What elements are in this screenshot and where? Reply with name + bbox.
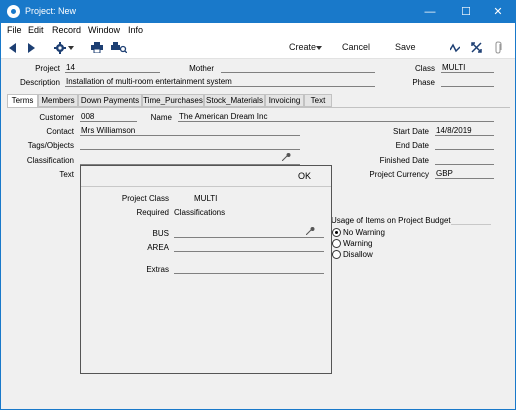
project-class-value: MULTI xyxy=(194,194,218,203)
start-date-label: Start Date xyxy=(392,127,429,136)
maximize-button[interactable]: ☐ xyxy=(449,1,483,23)
project-class-label: Project Class xyxy=(121,194,169,203)
finished-date-label: Finished Date xyxy=(379,156,429,165)
radio-no-warning[interactable] xyxy=(332,228,341,237)
required-value: Classifications xyxy=(174,208,226,217)
tab-terms[interactable]: Terms xyxy=(7,94,38,108)
description-field[interactable]: Installation of multi-room entertainment… xyxy=(65,77,375,87)
contact-field[interactable]: Mrs Williamson xyxy=(80,126,300,136)
area-label: AREA xyxy=(147,243,169,252)
menu-file[interactable]: File xyxy=(7,25,22,35)
tab-bar: Terms Members Down Payments Time_Purchas… xyxy=(7,94,332,108)
gear-icon[interactable] xyxy=(54,42,66,54)
end-date-field[interactable] xyxy=(435,140,494,150)
print-icon[interactable] xyxy=(91,42,103,53)
customer-field[interactable]: 008 xyxy=(80,112,137,122)
paste-special-icon[interactable] xyxy=(306,227,315,235)
cancel-button[interactable]: Cancel xyxy=(342,42,370,52)
extras-field[interactable] xyxy=(174,264,324,274)
end-date-label: End Date xyxy=(395,141,429,150)
tab-text[interactable]: Text xyxy=(304,94,332,107)
class-label: Class xyxy=(414,64,435,73)
radio-disallow-label: Disallow xyxy=(343,250,373,259)
radio-warning-label: Warning xyxy=(343,239,373,248)
classification-label: Classification xyxy=(26,156,74,165)
paperclip-icon[interactable] xyxy=(494,41,503,54)
tab-underline xyxy=(7,107,510,108)
ok-button[interactable]: OK xyxy=(298,171,311,181)
create-button[interactable]: Create xyxy=(289,42,316,52)
forward-arrow-icon[interactable] xyxy=(28,43,36,53)
menu-info[interactable]: Info xyxy=(128,25,143,35)
menu-bar: File Edit Record Window Info xyxy=(1,23,515,37)
extras-label: Extras xyxy=(146,265,169,274)
save-button[interactable]: Save xyxy=(395,42,416,52)
expand-icon[interactable] xyxy=(471,42,482,53)
phase-label: Phase xyxy=(412,78,435,87)
tab-down-payments[interactable]: Down Payments xyxy=(78,94,142,107)
minimize-button[interactable]: — xyxy=(413,1,447,23)
phase-field[interactable] xyxy=(441,77,494,87)
radio-warning[interactable] xyxy=(332,239,341,248)
mother-field[interactable] xyxy=(221,63,375,73)
class-field[interactable]: MULTI xyxy=(441,63,494,73)
print-preview-icon[interactable] xyxy=(111,42,127,53)
project-currency-field[interactable]: GBP xyxy=(435,169,494,179)
back-arrow-icon[interactable] xyxy=(9,43,17,53)
customer-label: Customer xyxy=(39,113,74,122)
caret-down-icon[interactable] xyxy=(68,46,74,50)
area-field[interactable] xyxy=(174,242,324,252)
tab-stock-materials[interactable]: Stock_Materials xyxy=(204,94,265,107)
contact-label: Contact xyxy=(46,127,74,136)
tab-members[interactable]: Members xyxy=(38,94,78,107)
title-bar: Project: New — ☐ ✕ xyxy=(1,1,515,23)
menu-record[interactable]: Record xyxy=(52,25,81,35)
popup-divider xyxy=(81,186,331,187)
project-window: Project: New — ☐ ✕ File Edit Record Wind… xyxy=(0,0,516,410)
project-field[interactable]: 14 xyxy=(65,63,160,73)
radio-no-warning-label: No Warning xyxy=(343,228,385,237)
toolbar: Create Cancel Save xyxy=(1,37,515,59)
start-date-field[interactable]: 14/8/2019 xyxy=(435,126,494,136)
app-icon xyxy=(7,5,20,18)
bus-field[interactable] xyxy=(174,228,324,238)
menu-edit[interactable]: Edit xyxy=(28,25,44,35)
classification-field[interactable] xyxy=(80,155,300,165)
menu-window[interactable]: Window xyxy=(88,25,120,35)
usage-title: Usage of Items on Project Budget xyxy=(331,216,451,225)
name-field[interactable]: The American Dream Inc xyxy=(178,112,494,122)
window-title: Project: New xyxy=(25,6,77,16)
usage-divider xyxy=(451,224,491,225)
finished-date-field[interactable] xyxy=(435,155,494,165)
text-label: Text xyxy=(59,170,74,179)
description-label: Description xyxy=(19,78,60,87)
bus-label: BUS xyxy=(152,229,169,238)
tab-time-purchases[interactable]: Time_Purchases xyxy=(142,94,204,107)
project-label: Project xyxy=(35,64,60,73)
name-label: Name xyxy=(150,113,172,122)
tab-invoicing[interactable]: Invoicing xyxy=(265,94,304,107)
caret-down-icon[interactable] xyxy=(316,46,322,50)
paste-special-icon[interactable] xyxy=(282,153,291,161)
close-button[interactable]: ✕ xyxy=(481,1,515,23)
mother-label: Mother xyxy=(189,64,214,73)
project-currency-label: Project Currency xyxy=(369,170,429,179)
tags-objects-field[interactable] xyxy=(80,140,300,150)
radio-disallow[interactable] xyxy=(332,250,341,259)
required-label: Required xyxy=(136,208,169,217)
tags-objects-label: Tags/Objects xyxy=(27,141,74,150)
activity-icon[interactable] xyxy=(450,43,460,53)
